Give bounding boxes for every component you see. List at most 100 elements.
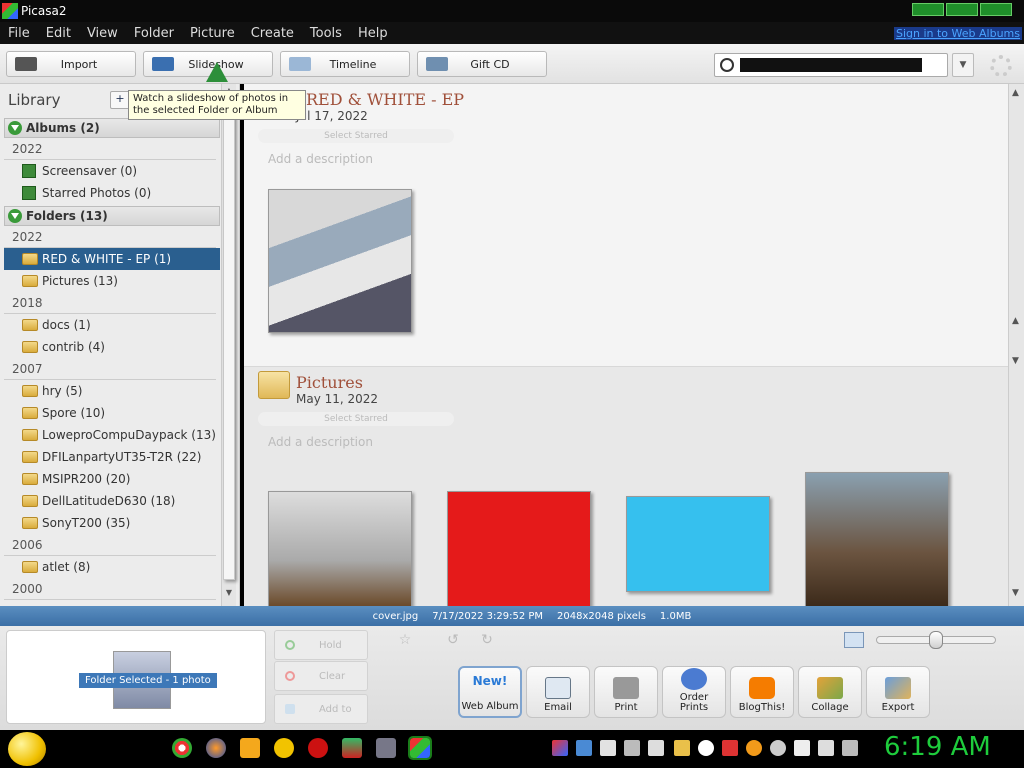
scroll-down-icon[interactable]: ▼ xyxy=(1012,588,1019,598)
menu-folder[interactable]: Folder xyxy=(126,26,182,41)
photo-thumbnail[interactable] xyxy=(805,472,949,606)
album-item-starred[interactable]: Starred Photos (0) xyxy=(4,182,220,204)
folder-item[interactable]: MSIPR200 (20) xyxy=(4,468,220,490)
tray-folder-icon[interactable] xyxy=(674,740,690,756)
folder-item[interactable]: SonyT200 (35) xyxy=(4,512,220,534)
folder-item[interactable]: DellLatitudeD630 (18) xyxy=(4,490,220,512)
collage-button[interactable]: Collage xyxy=(798,666,862,718)
folder-item[interactable]: contrib (4) xyxy=(4,336,220,358)
tray-usb-icon[interactable] xyxy=(648,740,664,756)
search-options-dropdown[interactable]: ▼ xyxy=(952,53,974,77)
tray-picasa-icon[interactable] xyxy=(552,740,568,756)
scroll-down-icon[interactable]: ▼ xyxy=(224,588,234,597)
menu-picture[interactable]: Picture xyxy=(182,26,243,41)
scroll-up-icon[interactable]: ▲ xyxy=(1012,316,1019,326)
tray-search-icon[interactable] xyxy=(746,740,762,756)
folder-label: contrib (4) xyxy=(42,340,105,354)
library-list: Albums (2) 2022 Screensaver (0) Starred … xyxy=(4,116,220,600)
timeline-button[interactable]: Timeline xyxy=(280,51,410,77)
albums-section-header[interactable]: Albums (2) xyxy=(4,118,220,138)
menu-tools[interactable]: Tools xyxy=(302,26,350,41)
collage-icon xyxy=(817,677,843,699)
folder-item[interactable]: hry (5) xyxy=(4,380,220,402)
folder-item[interactable]: LoweproCompuDaypack (13) xyxy=(4,424,220,446)
folder-label: RED & WHITE - EP (1) xyxy=(42,252,172,266)
media-app-icon[interactable] xyxy=(308,738,328,758)
chrome-icon[interactable] xyxy=(172,738,192,758)
menu-view[interactable]: View xyxy=(79,26,126,41)
print-button[interactable]: Print xyxy=(594,666,658,718)
rotate-right-icon[interactable]: ↻ xyxy=(474,632,500,654)
folder-item[interactable]: DFILanpartyUT35-T2R (22) xyxy=(4,446,220,468)
rotate-left-icon[interactable]: ↺ xyxy=(440,632,466,654)
folder-item-selected[interactable]: RED & WHITE - EP (1) xyxy=(4,248,220,270)
tools-icon[interactable] xyxy=(376,738,396,758)
tray-security-icon[interactable] xyxy=(722,740,738,756)
import-button[interactable]: Import xyxy=(6,51,136,77)
sign-in-link[interactable]: Sign in to Web Albums xyxy=(893,27,1022,40)
photo-thumbnail[interactable] xyxy=(268,491,412,606)
clear-button[interactable]: Clear xyxy=(274,661,368,691)
timeline-label: Timeline xyxy=(329,57,377,71)
blogthis-button[interactable]: BlogThis! xyxy=(730,666,794,718)
add-album-button[interactable]: + xyxy=(110,91,130,109)
folder-item[interactable]: Pictures (13) xyxy=(4,270,220,292)
library-scrollbar[interactable]: ▲ ▼ xyxy=(221,84,236,606)
tray-notification-icon[interactable] xyxy=(794,740,810,756)
photo-thumbnail[interactable] xyxy=(268,189,412,333)
folder-title[interactable]: Pictures xyxy=(296,373,363,392)
gift-cd-icon xyxy=(426,57,448,71)
folder-item[interactable]: atlet (8) xyxy=(4,556,220,578)
add-description-field[interactable]: Add a description xyxy=(268,152,373,166)
export-icon xyxy=(885,677,911,699)
album-item-screensaver[interactable]: Screensaver (0) xyxy=(4,160,220,182)
folder-icon xyxy=(22,429,38,441)
slider-knob[interactable] xyxy=(929,631,943,649)
maximize-button[interactable] xyxy=(946,3,978,16)
gift-cd-button[interactable]: Gift CD xyxy=(417,51,547,77)
speaker-icon[interactable] xyxy=(842,740,858,756)
tray-status-icon[interactable] xyxy=(770,740,786,756)
scroll-up-icon[interactable]: ▲ xyxy=(1012,88,1019,98)
scroll-down-icon[interactable]: ▼ xyxy=(1012,356,1019,366)
picasa-taskbar-icon[interactable] xyxy=(408,736,432,760)
add-description-field[interactable]: Add a description xyxy=(268,435,373,449)
select-starred-button[interactable]: Select Starred xyxy=(258,129,454,143)
menu-help[interactable]: Help xyxy=(350,26,396,41)
firefox-icon[interactable] xyxy=(206,738,226,758)
order-prints-button[interactable]: Order Prints xyxy=(662,666,726,718)
start-smiley-icon[interactable] xyxy=(8,732,46,766)
tray-drive-icon[interactable] xyxy=(624,740,640,756)
email-button[interactable]: Email xyxy=(526,666,590,718)
file-manager-icon[interactable] xyxy=(240,738,260,758)
main-scrollbar[interactable]: ▲ ▲ ▼ ▼ xyxy=(1008,84,1024,606)
photo-thumbnail[interactable] xyxy=(447,491,591,606)
export-button[interactable]: Export xyxy=(866,666,930,718)
minimize-button[interactable] xyxy=(912,3,944,16)
tray-network-icon[interactable] xyxy=(576,740,592,756)
scrollbar-thumb[interactable] xyxy=(223,100,235,580)
tray-monitor-icon[interactable] xyxy=(818,740,834,756)
hold-button[interactable]: Hold xyxy=(274,630,368,660)
search-input[interactable] xyxy=(740,58,922,72)
export-label: Export xyxy=(881,702,915,713)
folder-item[interactable]: docs (1) xyxy=(4,314,220,336)
menu-file[interactable]: File xyxy=(0,26,38,41)
smiley-app-icon[interactable] xyxy=(274,738,294,758)
album-label: Starred Photos (0) xyxy=(42,186,152,200)
star-icon[interactable]: ☆ xyxy=(392,632,418,654)
close-button[interactable] xyxy=(980,3,1012,16)
tray-device-icon[interactable] xyxy=(600,740,616,756)
thumbnail-size-slider[interactable] xyxy=(876,631,996,649)
add-to-button[interactable]: Add to xyxy=(274,694,368,724)
app-icon[interactable] xyxy=(342,738,362,758)
folder-item[interactable]: Spore (10) xyxy=(4,402,220,424)
menu-edit[interactable]: Edit xyxy=(38,26,79,41)
select-starred-button[interactable]: Select Starred xyxy=(258,412,454,426)
folder-label: DFILanpartyUT35-T2R (22) xyxy=(42,450,202,464)
menu-create[interactable]: Create xyxy=(243,26,302,41)
folder-title[interactable]: RED & WHITE - EP xyxy=(306,90,464,109)
tray-settings-icon[interactable] xyxy=(698,740,714,756)
photo-thumbnail[interactable] xyxy=(626,496,770,592)
folders-section-header[interactable]: Folders (13) xyxy=(4,206,220,226)
